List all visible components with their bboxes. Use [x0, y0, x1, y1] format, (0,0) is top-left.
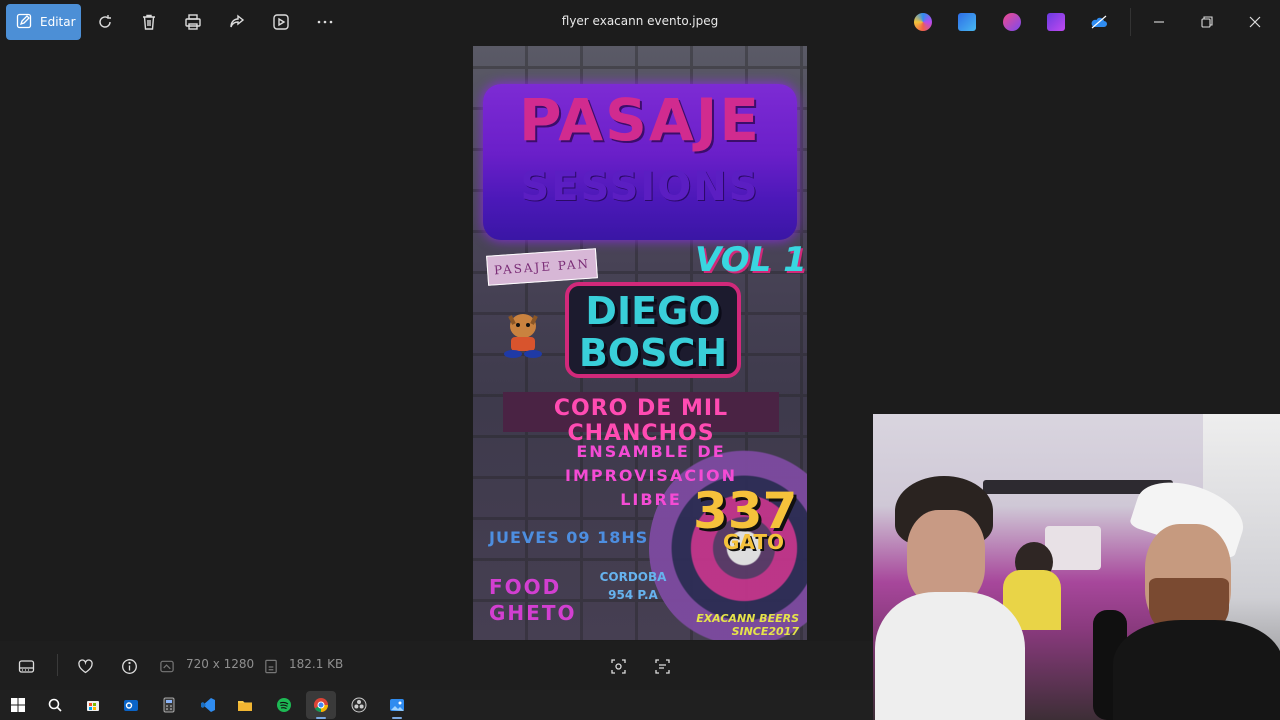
file-size: 182.1 KB [289, 657, 344, 671]
photos-running-indicator [392, 717, 402, 719]
edit-image-icon [16, 13, 32, 32]
webcam-person-right-body [1113, 620, 1280, 720]
rotate-icon[interactable] [95, 12, 115, 32]
webcam-poster [1045, 526, 1101, 570]
edit-button-label: Editar [40, 15, 76, 29]
event-address: CORDOBA 954 P.A [591, 568, 675, 604]
food-ghetto-line1: FOOD [489, 575, 562, 599]
file-size-icon [263, 656, 279, 676]
file-explorer-icon[interactable] [236, 696, 254, 714]
title-separator [1130, 8, 1131, 36]
sponsor-text: EXACANN BEERS SINCE2017 [696, 612, 799, 638]
event-date: JUEVES 09 18HS [489, 528, 649, 547]
edit-button[interactable]: Editar [6, 4, 81, 40]
spotify-icon[interactable] [275, 696, 293, 714]
calculator-icon[interactable] [160, 696, 178, 714]
clipchamp-icon[interactable] [1047, 13, 1065, 31]
status-separator [57, 654, 58, 676]
share-icon[interactable] [227, 12, 247, 32]
flyer-title-line1: PASAJE [519, 86, 761, 154]
address-line1: CORDOBA [599, 570, 667, 584]
outlook-icon[interactable] [122, 696, 140, 714]
image-dimensions: 720 x 1280 [186, 657, 255, 671]
more-icon[interactable] [315, 12, 335, 32]
windows-start-icon[interactable] [9, 696, 27, 714]
webcam-overlay [873, 414, 1280, 720]
food-ghetto-text: FOOD GHETO [489, 574, 585, 626]
visual-search-icon[interactable] [608, 656, 628, 676]
info-icon[interactable] [119, 656, 139, 676]
chrome-icon[interactable] [312, 696, 330, 714]
coro-text: CORO DE MIL CHANCHOS [553, 396, 729, 446]
slideshow-icon[interactable] [271, 12, 291, 32]
photos-icon[interactable] [388, 696, 406, 714]
onedrive-icon[interactable] [1090, 13, 1108, 31]
address-line2: 954 P.A [608, 588, 658, 602]
vscode-icon[interactable] [199, 696, 217, 714]
artist-name: DIEGO BOSCH [565, 290, 741, 374]
text-scan-icon[interactable] [652, 656, 672, 676]
chrome-running-indicator [316, 717, 326, 719]
artist-name-line2: BOSCH [578, 331, 728, 375]
dimensions-icon [159, 656, 175, 676]
search-icon[interactable] [46, 696, 64, 714]
close-icon[interactable] [1243, 10, 1267, 34]
file-title: flyer exacann evento.jpeg [561, 14, 719, 28]
artist-name-line1: DIEGO [585, 289, 721, 333]
store-icon[interactable] [84, 696, 102, 714]
venue-name: GATO [723, 530, 784, 554]
flyer-title-line2: SESSIONS [520, 164, 760, 210]
minimize-icon[interactable] [1147, 10, 1171, 34]
print-icon[interactable] [183, 12, 203, 32]
filmstrip-icon[interactable] [16, 656, 36, 676]
restore-icon[interactable] [1195, 10, 1219, 34]
top-toolbar: Editar flyer exacann evento.jpeg [0, 0, 1280, 44]
dj-dog-icon [501, 308, 545, 360]
trash-icon[interactable] [139, 12, 159, 32]
obs-icon[interactable] [350, 696, 368, 714]
flyer-image: PASAJE SESSIONS PASAJE PAN VOL 1 DIEGO B… [473, 46, 807, 640]
designer-icon[interactable] [958, 13, 976, 31]
ensamble-line1: ENSAMBLE DE [576, 442, 726, 461]
food-ghetto-line2: GHETO [489, 601, 577, 625]
favorite-icon[interactable] [75, 656, 95, 676]
webcam-person-left-body [875, 592, 1025, 720]
paint-icon[interactable] [1003, 13, 1021, 31]
copilot-icon[interactable] [914, 13, 932, 31]
volume-label: VOL 1 [695, 240, 807, 280]
